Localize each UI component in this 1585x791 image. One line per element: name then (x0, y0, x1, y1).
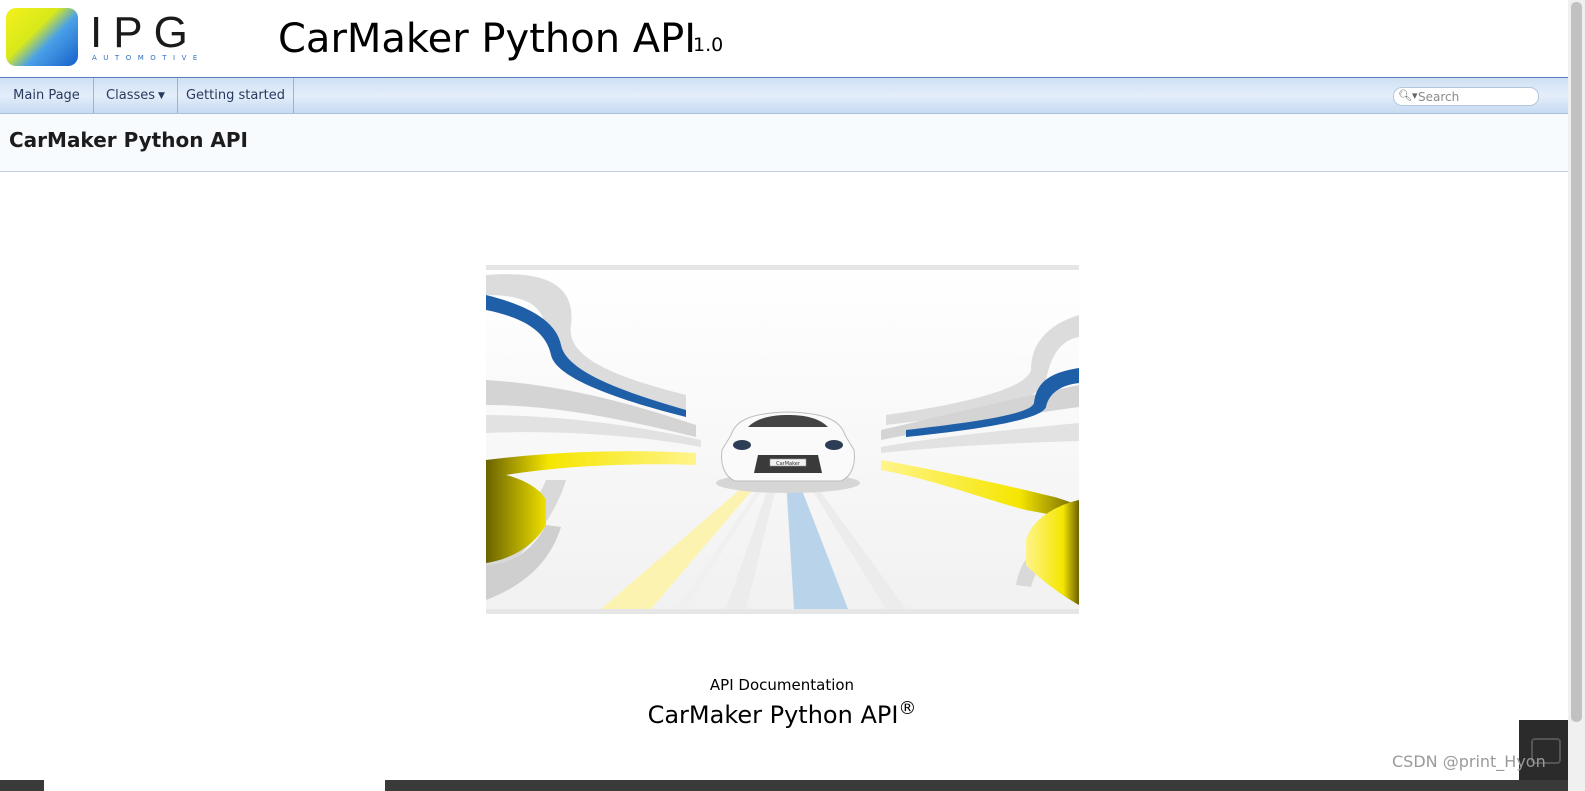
nav-getting-started[interactable]: Getting started (178, 78, 294, 113)
registered-mark: ® (898, 698, 917, 719)
caret-down-icon: ▼ (158, 91, 165, 101)
project-version: 1.0 (693, 34, 724, 56)
search-input[interactable] (1418, 89, 1530, 104)
car-icon: CarMaker (716, 411, 860, 493)
scrollbar-thumb[interactable] (1571, 2, 1582, 722)
vertical-scrollbar[interactable] (1568, 0, 1585, 791)
taskbar-strip-right (385, 780, 1568, 791)
search-box[interactable]: 🔍︎▾ (1393, 87, 1539, 106)
nav-classes[interactable]: Classes ▼ (94, 78, 178, 113)
page-header: CarMaker Python API (0, 114, 1568, 172)
taskbar-strip-left (0, 780, 44, 791)
main-nav: Main Page Classes ▼ Getting started 🔍︎▾ (0, 78, 1568, 114)
logo-subtext: AUTOMOTIVE (92, 54, 204, 62)
search-icon[interactable]: 🔍︎▾ (1398, 89, 1418, 102)
nav-main-page-label: Main Page (13, 88, 80, 103)
video-overlay-button[interactable] (1519, 720, 1568, 780)
carmaker-hero-image: CarMaker (486, 265, 1079, 614)
caption-product-text: CarMaker Python API (647, 701, 899, 729)
ipg-logo[interactable]: IPG AUTOMOTIVE (6, 8, 206, 68)
nav-getting-started-label: Getting started (185, 88, 286, 103)
doc-header: IPG AUTOMOTIVE CarMaker Python API 1.0 (0, 0, 1568, 78)
nav-classes-label: Classes (106, 88, 156, 103)
project-title: CarMaker Python API (278, 16, 697, 62)
caption-product-name: CarMaker Python API® (0, 698, 1564, 729)
caption-api-documentation: API Documentation (709, 676, 855, 694)
carmaker-hero-graphic: CarMaker (486, 265, 1079, 614)
ipg-logo-mark (6, 8, 78, 66)
hero-badge-text: CarMaker (776, 461, 801, 467)
watermark: CSDN @print_Hyon (1392, 752, 1546, 771)
nav-main-page[interactable]: Main Page (0, 78, 94, 113)
page-title: CarMaker Python API (9, 128, 248, 152)
logo-text: IPG (90, 8, 199, 57)
